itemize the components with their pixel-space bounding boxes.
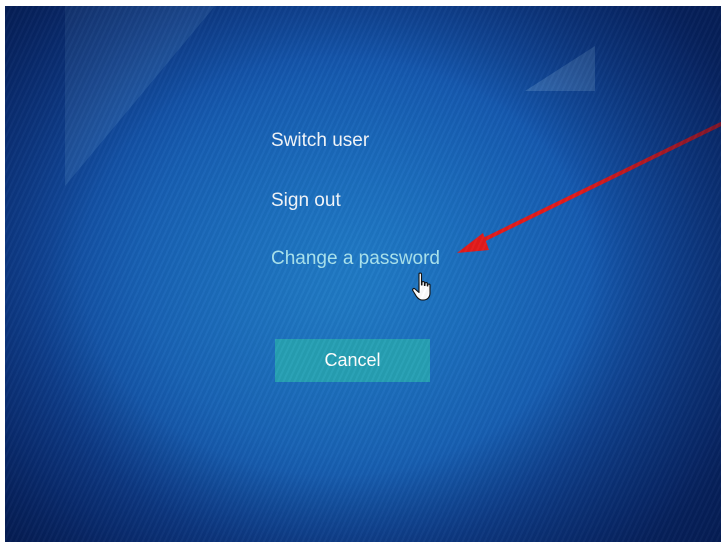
cancel-button[interactable]: Cancel xyxy=(275,339,430,382)
background-shard-right xyxy=(525,46,595,91)
security-options-menu: Switch user Sign out Change a password xyxy=(271,128,440,272)
sign-out-option[interactable]: Sign out xyxy=(271,188,440,214)
hand-pointer-icon xyxy=(412,272,431,301)
switch-user-option[interactable]: Switch user xyxy=(271,128,440,154)
screen-vignette xyxy=(5,6,721,542)
change-password-option[interactable]: Change a password xyxy=(271,246,440,272)
lock-screen-background: Switch user Sign out Change a password C… xyxy=(5,6,721,542)
background-shard-left xyxy=(65,6,215,186)
red-annotation-arrow-icon xyxy=(457,122,721,253)
